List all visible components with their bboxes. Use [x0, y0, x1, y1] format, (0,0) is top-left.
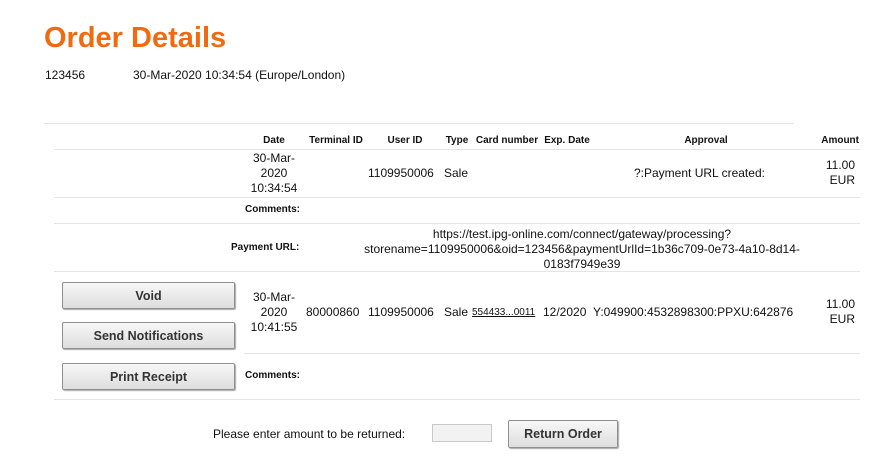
row-date: 30-Mar- 2020 10:41:55: [244, 290, 304, 335]
payment-url: https://test.ipg-online.com/connect/gate…: [322, 227, 842, 272]
header-card-number: Card number: [475, 135, 539, 146]
date-line: 2020: [260, 166, 288, 180]
payment-url-line: 0183f7949e39: [543, 257, 621, 271]
return-order-button[interactable]: Return Order: [508, 420, 618, 448]
row-approval: Y:049900:4532898300:PPXU:642876: [593, 305, 794, 319]
divider: [244, 353, 860, 354]
date-line: 30-Mar-: [252, 290, 295, 304]
row-amount: 11.00 EUR: [820, 297, 855, 327]
header-amount: Amount: [821, 135, 859, 146]
row-date: 30-Mar- 2020 10:34:54: [244, 151, 304, 196]
amount-value: 11.00: [825, 158, 855, 172]
amount-value: 11.00: [825, 297, 855, 311]
row-user-id: 1109950006: [368, 166, 434, 180]
row-type: Sale: [444, 305, 469, 319]
void-button[interactable]: Void: [62, 282, 235, 309]
comments-label: Comments:: [245, 370, 301, 381]
date-line: 30-Mar-: [252, 151, 295, 165]
time-line: 10:34:54: [250, 181, 298, 195]
order-timestamp: 30-Mar-2020 10:34:54 (Europe/London): [133, 68, 346, 82]
header-date: Date: [263, 135, 285, 146]
header-user-id: User ID: [387, 135, 423, 146]
divider: [54, 197, 860, 198]
row-terminal-id: 80000860: [306, 305, 360, 319]
send-notifications-button[interactable]: Send Notifications: [62, 322, 235, 349]
header-type: Type: [445, 135, 469, 146]
time-line: 10:41:55: [250, 320, 298, 334]
divider: [54, 223, 860, 224]
card-number-link[interactable]: 554433...0011: [472, 307, 535, 318]
row-amount: 11.00 EUR: [820, 158, 855, 188]
amount-currency: EUR: [829, 312, 855, 326]
row-approval: ?:Payment URL created:: [634, 166, 765, 180]
return-amount-input[interactable]: [432, 424, 492, 442]
header-exp-date: Exp. Date: [544, 135, 590, 146]
print-receipt-button[interactable]: Print Receipt: [62, 363, 235, 390]
divider: [54, 149, 860, 150]
payment-url-label: Payment URL:: [231, 242, 300, 253]
header-terminal-id: Terminal ID: [309, 135, 363, 146]
row-exp-date: 12/2020: [543, 305, 587, 319]
divider: [54, 399, 860, 400]
divider: [54, 271, 860, 272]
order-id: 123456: [45, 68, 86, 82]
row-user-id: 1109950006: [368, 305, 434, 319]
payment-url-line: storename=1109950006&oid=123456&paymentU…: [364, 242, 800, 256]
amount-currency: EUR: [829, 173, 855, 187]
comments-label: Comments:: [245, 204, 301, 215]
row-type: Sale: [444, 166, 469, 180]
payment-url-line: https://test.ipg-online.com/connect/gate…: [432, 227, 732, 241]
date-line: 2020: [260, 305, 288, 319]
return-amount-prompt: Please enter amount to be returned:: [213, 427, 406, 441]
page-title: Order Details: [44, 22, 227, 54]
header-approval: Approval: [684, 135, 728, 146]
divider: [44, 123, 794, 124]
